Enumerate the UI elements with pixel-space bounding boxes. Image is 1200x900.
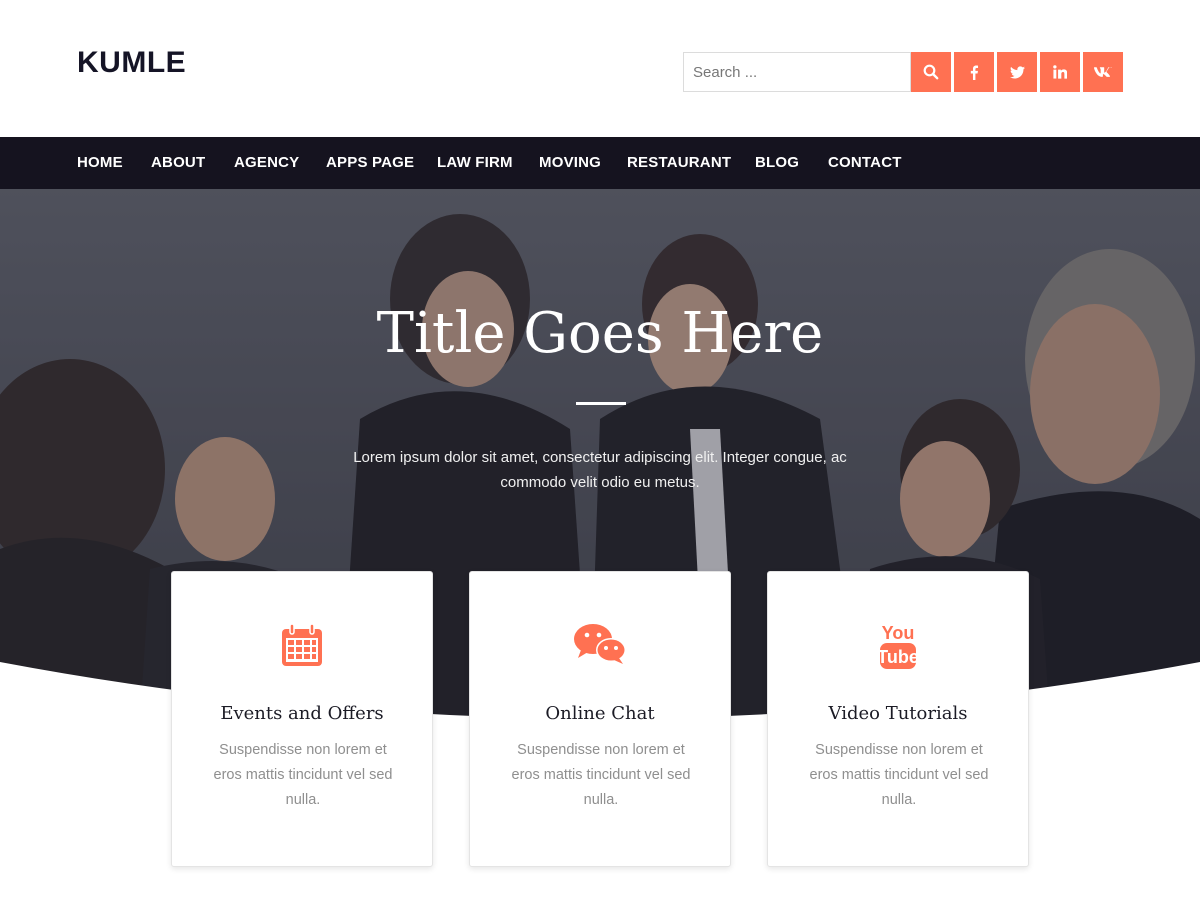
nav-item-agency[interactable]: AGENCY bbox=[234, 137, 299, 189]
nav-item-home[interactable]: HOME bbox=[77, 137, 123, 189]
nav-item-apps-page[interactable]: APPS PAGE bbox=[326, 137, 414, 189]
search-button[interactable] bbox=[911, 52, 951, 92]
facebook-icon bbox=[969, 64, 979, 80]
nav-item-moving[interactable]: MOVING bbox=[539, 137, 601, 189]
chat-icon bbox=[573, 622, 627, 672]
facebook-button[interactable] bbox=[954, 52, 994, 92]
svg-text:Tube: Tube bbox=[878, 647, 918, 667]
feature-card-chat[interactable]: Online Chat Suspendisse non lorem et ero… bbox=[469, 571, 731, 867]
nav-item-contact[interactable]: CONTACT bbox=[828, 137, 902, 189]
card-text: Suspendisse non lorem et eros mattis tin… bbox=[213, 742, 393, 808]
nav-item-restaurant[interactable]: RESTAURANT bbox=[627, 137, 731, 189]
main-nav: HOME ABOUT AGENCY APPS PAGE LAW FIRM MOV… bbox=[0, 137, 1200, 189]
svg-text:You: You bbox=[882, 623, 915, 643]
linkedin-icon bbox=[1053, 65, 1067, 79]
card-text: Suspendisse non lorem et eros mattis tin… bbox=[809, 742, 989, 808]
hero-divider bbox=[576, 402, 626, 405]
vk-icon bbox=[1094, 66, 1112, 78]
calendar-icon bbox=[280, 622, 324, 672]
card-title: Online Chat bbox=[545, 703, 655, 724]
vk-button[interactable] bbox=[1083, 52, 1123, 92]
card-text: Suspendisse non lorem et eros mattis tin… bbox=[511, 742, 691, 808]
card-title: Video Tutorials bbox=[828, 703, 968, 724]
feature-card-video[interactable]: You Tube Video Tutorials Suspendisse non… bbox=[767, 571, 1029, 867]
search-input[interactable] bbox=[683, 52, 911, 92]
hero-title: Title Goes Here bbox=[376, 301, 824, 366]
search-icon bbox=[923, 64, 939, 80]
site-header: KUMLE bbox=[0, 0, 1200, 137]
linkedin-button[interactable] bbox=[1040, 52, 1080, 92]
feature-card-events[interactable]: Events and Offers Suspendisse non lorem … bbox=[171, 571, 433, 867]
nav-item-blog[interactable]: BLOG bbox=[755, 137, 799, 189]
nav-item-law-firm[interactable]: LAW FIRM bbox=[437, 137, 513, 189]
card-title: Events and Offers bbox=[220, 703, 384, 724]
twitter-button[interactable] bbox=[997, 52, 1037, 92]
site-logo[interactable]: KUMLE bbox=[77, 46, 186, 80]
nav-item-about[interactable]: ABOUT bbox=[151, 137, 205, 189]
youtube-icon: You Tube bbox=[877, 622, 919, 672]
hero-description: Lorem ipsum dolor sit amet, consectetur … bbox=[353, 449, 847, 491]
twitter-icon bbox=[1009, 65, 1025, 79]
